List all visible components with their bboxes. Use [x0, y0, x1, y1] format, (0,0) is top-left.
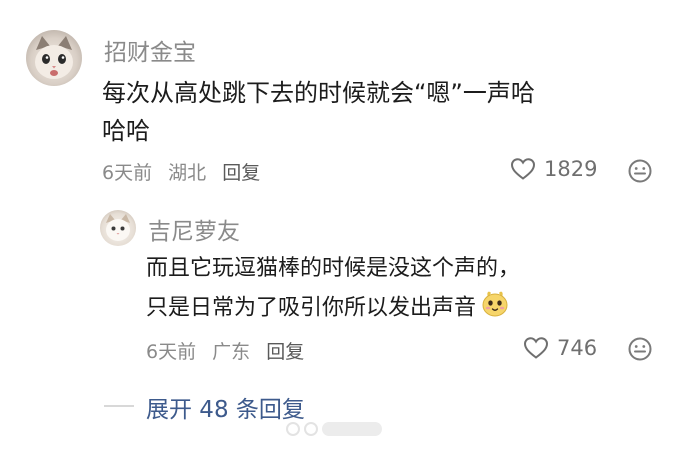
- reply-location: 广东: [212, 341, 251, 363]
- comment-username[interactable]: 招财金宝: [104, 33, 196, 67]
- watermark-mark-icon: [286, 422, 300, 436]
- comment-avatar[interactable]: [26, 30, 82, 86]
- expand-replies-button[interactable]: 展开 48 条回复: [146, 390, 305, 424]
- comment-like-button[interactable]: 1829: [510, 157, 597, 181]
- comment-text-line-2: 哈哈: [102, 117, 150, 145]
- reply-emoji-react-button[interactable]: [627, 336, 653, 366]
- comment-time: 6天前: [102, 162, 153, 184]
- smiley-icon: [628, 159, 652, 183]
- watermark-mark-icon: [304, 422, 318, 436]
- cat-avatar-icon: [35, 36, 73, 79]
- reply-text-line-1: 而且它玩逗猫棒的时候是没这个声的，: [146, 256, 521, 281]
- expand-divider: [104, 405, 134, 407]
- comment-reply-button[interactable]: 回复: [222, 162, 260, 184]
- reply-avatar[interactable]: [100, 210, 136, 246]
- cat-avatar-icon: [106, 214, 130, 241]
- reply-text-line-2: 只是日常为了吸引你所以发出声音: [146, 288, 510, 329]
- comment-location: 湖北: [168, 162, 207, 184]
- reply-reply-button[interactable]: 回复: [266, 341, 304, 363]
- cute-face-emoji-icon: [480, 288, 510, 329]
- comment-text-line-1: 每次从高处跳下去的时候就会“嗯”一声哈: [102, 79, 535, 107]
- comment-meta: 6天前 湖北 回复: [102, 158, 260, 185]
- heart-icon: [510, 158, 536, 180]
- reply-time: 6天前: [146, 341, 197, 363]
- reply-username[interactable]: 吉尼萝友: [148, 212, 240, 246]
- reply-like-count: 746: [557, 336, 598, 360]
- heart-icon: [523, 337, 549, 359]
- reply-meta: 6天前 广东 回复: [146, 337, 304, 364]
- comment-like-count: 1829: [544, 157, 598, 181]
- reply-text-line-2-text: 只是日常为了吸引你所以发出声音: [146, 295, 477, 321]
- watermark-text-block: [322, 422, 382, 436]
- comment-emoji-react-button[interactable]: [627, 158, 653, 188]
- watermark: [286, 422, 382, 436]
- smiley-icon: [628, 337, 652, 361]
- reply-like-button[interactable]: 746: [523, 336, 597, 360]
